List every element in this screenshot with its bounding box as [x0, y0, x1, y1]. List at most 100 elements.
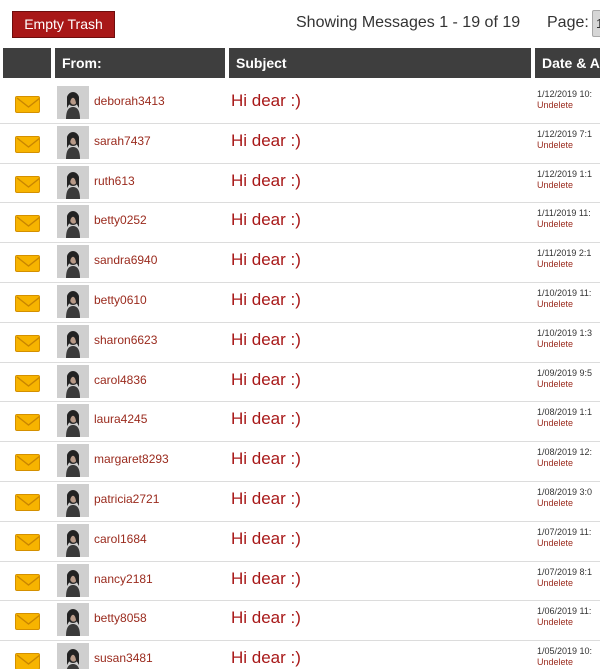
message-date: 1/10/2019 11: — [537, 287, 592, 298]
avatar[interactable] — [57, 324, 89, 358]
message-date: 1/12/2019 7:1 — [537, 128, 593, 139]
undelete-link[interactable]: Undelete — [537, 657, 573, 668]
undelete-link[interactable]: Undelete — [537, 140, 573, 151]
sender-username-link[interactable]: deborah3413 — [94, 94, 165, 108]
avatar[interactable] — [57, 364, 89, 398]
sender-username-link[interactable]: susan3481 — [94, 651, 153, 665]
message-date: 1/10/2019 1:3 — [537, 327, 593, 338]
avatar[interactable] — [57, 404, 89, 438]
envelope-icon[interactable] — [15, 175, 40, 193]
message-date: 1/11/2019 2:1 — [537, 248, 592, 259]
undelete-link[interactable]: Undelete — [537, 379, 573, 390]
envelope-icon[interactable] — [15, 215, 40, 233]
message-row[interactable]: margaret8293 Hi dear :) 1/08/2019 12: Undel… — [0, 442, 600, 482]
sender-username-link[interactable]: betty0610 — [94, 293, 147, 307]
avatar[interactable] — [57, 284, 89, 318]
avatar[interactable] — [57, 563, 89, 597]
avatar[interactable] — [57, 245, 89, 279]
message-row[interactable]: ruth613 Hi dear :) 1/12/2019 1:1 Undelete — [0, 164, 600, 204]
envelope-icon[interactable] — [15, 653, 40, 669]
message-row[interactable]: patricia2721 Hi dear :) 1/08/2019 3:0 Undel… — [0, 482, 600, 522]
empty-trash-button[interactable]: Empty Trash — [12, 11, 115, 38]
subject-link[interactable]: Hi dear :) — [231, 330, 301, 350]
subject-link[interactable]: Hi dear :) — [231, 449, 301, 469]
avatar[interactable] — [57, 125, 89, 159]
sender-username-link[interactable]: margaret8293 — [94, 452, 169, 466]
message-row[interactable]: deborah3413 Hi dear :) 1/12/2019 10: Undele… — [0, 84, 600, 124]
sender-username-link[interactable]: nancy2181 — [94, 572, 153, 586]
subject-link[interactable]: Hi dear :) — [231, 489, 301, 509]
sender-username-link[interactable]: carol4836 — [94, 373, 147, 387]
message-row[interactable]: betty0610 Hi dear :) 1/10/2019 11: Undelete — [0, 283, 600, 323]
page-select[interactable]: 1 — [592, 10, 600, 37]
subject-link[interactable]: Hi dear :) — [231, 529, 301, 549]
envelope-icon[interactable] — [15, 294, 40, 312]
message-row[interactable]: betty8058 Hi dear :) 1/06/2019 11: Undelete — [0, 601, 600, 642]
subject-link[interactable]: Hi dear :) — [231, 131, 301, 151]
undelete-link[interactable]: Undelete — [537, 339, 573, 350]
undelete-link[interactable]: Undelete — [537, 418, 573, 429]
sender-username-link[interactable]: betty8058 — [94, 611, 147, 625]
envelope-icon[interactable] — [15, 454, 40, 472]
envelope-icon[interactable] — [15, 414, 40, 432]
envelope-icon[interactable] — [15, 493, 40, 511]
subject-link[interactable]: Hi dear :) — [231, 290, 301, 310]
envelope-icon[interactable] — [15, 255, 40, 273]
subject-link[interactable]: Hi dear :) — [231, 608, 301, 628]
undelete-link[interactable]: Undelete — [537, 219, 573, 230]
message-row[interactable]: laura4245 Hi dear :) 1/08/2019 1:1 Undelete — [0, 402, 600, 443]
message-row[interactable]: sharon6623 Hi dear :) 1/10/2019 1:3 Undelet… — [0, 323, 600, 363]
message-row[interactable]: nancy2181 Hi dear :) 1/07/2019 8:1 Undelete — [0, 562, 600, 602]
avatar[interactable] — [57, 444, 89, 478]
undelete-link[interactable]: Undelete — [537, 458, 573, 469]
sender-username-link[interactable]: patricia2721 — [94, 492, 159, 506]
undelete-link[interactable]: Undelete — [537, 180, 573, 191]
sender-username-link[interactable]: sharon6623 — [94, 333, 157, 347]
undelete-link[interactable]: Undelete — [537, 498, 573, 509]
sender-username-link[interactable]: sandra6940 — [94, 253, 157, 267]
message-row[interactable]: betty0252 Hi dear :) 1/11/2019 11: Undelete — [0, 203, 600, 244]
sender-username-link[interactable]: sarah7437 — [94, 134, 151, 148]
message-row[interactable]: sarah7437 Hi dear :) 1/12/2019 7:1 Undelete — [0, 124, 600, 164]
subject-link[interactable]: Hi dear :) — [231, 409, 301, 429]
sender-username-link[interactable]: laura4245 — [94, 412, 147, 426]
sender-username-link[interactable]: betty0252 — [94, 213, 147, 227]
envelope-icon[interactable] — [15, 96, 40, 113]
envelope-icon[interactable] — [15, 573, 40, 591]
envelope-icon[interactable] — [15, 533, 40, 551]
message-row[interactable]: sandra6940 Hi dear :) 1/11/2019 2:1 Undelet… — [0, 243, 600, 283]
sender-username-link[interactable]: carol1684 — [94, 532, 147, 546]
undelete-link[interactable]: Undelete — [537, 538, 573, 549]
message-date: 1/11/2019 11: — [537, 208, 591, 219]
avatar[interactable] — [57, 205, 89, 239]
subject-link[interactable]: Hi dear :) — [231, 370, 301, 390]
subject-link[interactable]: Hi dear :) — [231, 250, 301, 270]
subject-link[interactable]: Hi dear :) — [231, 91, 301, 111]
sender-username-link[interactable]: ruth613 — [94, 174, 135, 188]
undelete-link[interactable]: Undelete — [537, 100, 573, 111]
avatar[interactable] — [57, 483, 89, 517]
subject-link[interactable]: Hi dear :) — [231, 648, 301, 668]
undelete-link[interactable]: Undelete — [537, 617, 573, 628]
envelope-icon[interactable] — [15, 135, 40, 153]
showing-messages-text: Showing Messages 1 - 19 of 19 — [296, 14, 521, 31]
avatar[interactable] — [57, 86, 89, 119]
avatar[interactable] — [57, 603, 89, 637]
message-row[interactable]: carol1684 Hi dear :) 1/07/2019 11: Undelete — [0, 522, 600, 562]
envelope-icon[interactable] — [15, 374, 40, 392]
undelete-link[interactable]: Undelete — [537, 578, 573, 589]
envelope-icon[interactable] — [15, 613, 40, 631]
message-date: 1/09/2019 9:5 — [537, 367, 593, 378]
avatar[interactable] — [57, 643, 89, 669]
envelope-icon[interactable] — [15, 334, 40, 352]
subject-link[interactable]: Hi dear :) — [231, 210, 301, 230]
header-icon-column — [3, 48, 51, 78]
undelete-link[interactable]: Undelete — [537, 259, 573, 270]
message-row[interactable]: susan3481 Hi dear :) 1/05/2019 10: Undelete — [0, 641, 600, 669]
subject-link[interactable]: Hi dear :) — [231, 569, 301, 589]
avatar[interactable] — [57, 523, 89, 557]
message-row[interactable]: carol4836 Hi dear :) 1/09/2019 9:5 Undelete — [0, 363, 600, 403]
undelete-link[interactable]: Undelete — [537, 299, 573, 310]
subject-link[interactable]: Hi dear :) — [231, 171, 301, 191]
avatar[interactable] — [57, 165, 89, 199]
